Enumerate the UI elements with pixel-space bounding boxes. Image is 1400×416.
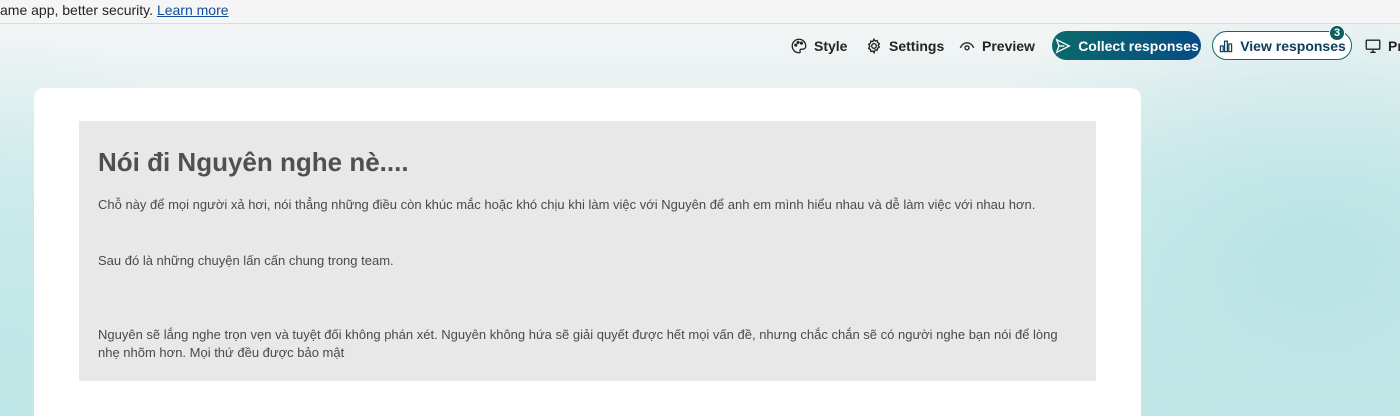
info-banner: ame app, better security. Learn more bbox=[0, 0, 1400, 24]
settings-button[interactable]: Settings bbox=[865, 30, 944, 62]
eye-icon bbox=[959, 42, 975, 51]
settings-label: Settings bbox=[889, 38, 945, 54]
present-button[interactable]: Pr bbox=[1364, 30, 1400, 62]
form-card: Nói đi Nguyên nghe nè.... Chỗ này để mọi… bbox=[34, 88, 1141, 416]
style-label: Style bbox=[814, 38, 848, 54]
view-responses-label: View responses bbox=[1240, 37, 1346, 54]
banner-text: ame app, better security. bbox=[0, 2, 157, 18]
gear-icon bbox=[867, 37, 881, 55]
present-label: Pr bbox=[1388, 38, 1400, 54]
form-description-paragraph: Sau đó là những chuyện lấn cấn chung tro… bbox=[98, 253, 394, 268]
preview-button[interactable]: Preview bbox=[958, 30, 1035, 62]
form-description-paragraph: Chỗ này để mọi người xả hơi, nói thẳng n… bbox=[98, 197, 1036, 212]
preview-label: Preview bbox=[982, 38, 1035, 54]
collect-responses-button[interactable]: Collect responses bbox=[1052, 31, 1201, 60]
learn-more-link[interactable]: Learn more bbox=[157, 2, 229, 18]
form-header: Nói đi Nguyên nghe nè.... Chỗ này để mọi… bbox=[79, 121, 1096, 381]
monitor-icon bbox=[1365, 39, 1381, 53]
form-description-paragraph: Nguyên sẽ lắng nghe trọn vẹn và tuyệt đố… bbox=[98, 327, 1058, 360]
send-icon bbox=[1055, 37, 1071, 54]
toolbar: Style Settings Preview Collect responses… bbox=[0, 25, 1400, 62]
form-title[interactable]: Nói đi Nguyên nghe nè.... bbox=[98, 147, 409, 178]
style-button[interactable]: Style bbox=[790, 30, 847, 62]
view-responses-button[interactable]: View responses 3 bbox=[1212, 25, 1352, 60]
palette-icon bbox=[791, 38, 807, 54]
bar-chart-icon bbox=[1220, 40, 1233, 52]
responses-count-badge: 3 bbox=[1329, 25, 1345, 41]
collect-responses-label: Collect responses bbox=[1078, 37, 1199, 54]
